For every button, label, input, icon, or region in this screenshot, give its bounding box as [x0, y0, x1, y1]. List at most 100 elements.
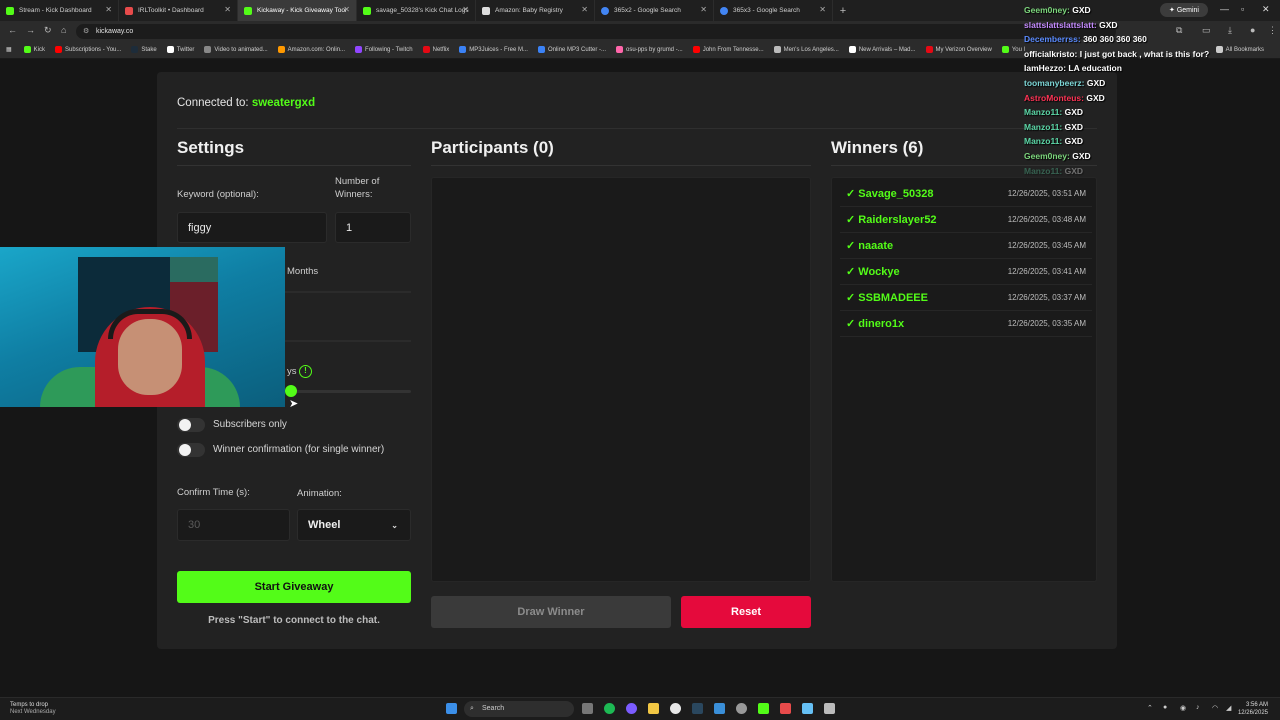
- url-bar[interactable]: ⚙ kickaway.co: [76, 24, 1116, 39]
- chevron-down-icon: ⌄: [391, 521, 398, 530]
- bookmark-video[interactable]: Video to animated...: [204, 46, 268, 53]
- winner-name: ✓ Raiderslayer52: [846, 214, 937, 226]
- app-icon[interactable]: [802, 703, 813, 714]
- forward-icon[interactable]: →: [26, 25, 35, 35]
- bookmark-john[interactable]: John From Tennesse...: [692, 46, 764, 53]
- home-icon[interactable]: ⌂: [61, 25, 66, 35]
- bookmark-twitter[interactable]: Twitter: [166, 46, 194, 53]
- bookmark-mp3juices[interactable]: MP3Juices - Free M...: [459, 46, 528, 53]
- winners-count-input[interactable]: 1: [335, 212, 411, 243]
- app-icon[interactable]: [780, 703, 791, 714]
- close-icon[interactable]: ✕: [343, 5, 350, 14]
- bookmark-osu[interactable]: osu-pps by grumd -...: [616, 46, 683, 53]
- chat-message: GXD: [1064, 107, 1084, 118]
- bookmark-twitch[interactable]: Following - Twitch: [355, 46, 413, 53]
- page-icon: [848, 46, 856, 53]
- bookmark-netflix[interactable]: Netflix: [422, 46, 449, 53]
- winners-list: ✓ Savage_50328 12/26/2025, 03:51 AM ✓ Rai…: [831, 177, 1097, 582]
- chrome-icon[interactable]: [670, 703, 681, 714]
- tab-kickaway[interactable]: Kickaway - Kick Giveaway Tool ✕: [238, 0, 357, 21]
- taskbar-search[interactable]: ⌕ Search: [464, 701, 574, 717]
- chat-message: I just got back , what is this for?: [1079, 48, 1210, 59]
- chat-line: slattslattslattslatt: GXD: [1024, 18, 1280, 33]
- winner-time: 12/26/2025, 03:41 AM: [1007, 267, 1086, 276]
- close-icon[interactable]: ✕: [105, 5, 112, 14]
- chat-user: AstroMonteus:: [1024, 92, 1084, 103]
- keyword-input[interactable]: figgy: [177, 212, 327, 243]
- tab-google-365x2[interactable]: 365x2 - Google Search ✕: [595, 0, 714, 21]
- new-tab-button[interactable]: +: [833, 0, 853, 21]
- kick-app-icon[interactable]: [758, 703, 769, 714]
- reset-button[interactable]: Reset: [681, 596, 811, 628]
- chat-line: Manzo11: GXD: [1024, 105, 1280, 120]
- chat-user: Geem0ney:: [1024, 150, 1070, 161]
- start-giveaway-button[interactable]: Start Giveaway: [177, 571, 411, 603]
- tab-amazon[interactable]: Amazon: Baby Registry ✕: [476, 0, 595, 21]
- bookmark-mens[interactable]: Men's Los Angeles...: [773, 46, 839, 53]
- bookmark-mp3cutter[interactable]: Online MP3 Cutter -...: [537, 46, 606, 53]
- spotify-icon[interactable]: [604, 703, 615, 714]
- days-label: ys: [287, 366, 297, 377]
- tray-icon[interactable]: ◉: [1180, 704, 1186, 712]
- chat-user: Manzo11:: [1024, 136, 1063, 147]
- url-text: kickaway.co: [96, 28, 134, 35]
- site-info-icon[interactable]: ⚙: [83, 24, 89, 39]
- winner-time: 12/26/2025, 03:37 AM: [1007, 293, 1086, 302]
- tab-google-365x3[interactable]: 365x3 - Google Search ✕: [714, 0, 833, 21]
- weather-widget[interactable]: Temps to drop Next Wednesday: [10, 702, 56, 716]
- task-view-icon[interactable]: [582, 703, 593, 714]
- confirm-time-input[interactable]: 30: [177, 509, 290, 541]
- chevron-up-icon[interactable]: ⌃: [1147, 704, 1153, 712]
- animation-select[interactable]: Wheel ⌄: [297, 509, 411, 541]
- info-icon[interactable]: !: [299, 365, 312, 378]
- clock-date: 12/26/2025: [1237, 710, 1268, 716]
- close-icon[interactable]: ✕: [224, 5, 231, 14]
- bookmark-verizon[interactable]: My Verizon Overview: [925, 46, 992, 53]
- windows-start-icon[interactable]: [446, 703, 457, 714]
- subscribers-only-toggle[interactable]: [177, 418, 205, 432]
- tab-chat-logs[interactable]: savage_50328's Kick Chat Logs ✕: [357, 0, 476, 21]
- tray-icon[interactable]: ●: [1163, 704, 1167, 711]
- close-icon[interactable]: ✕: [581, 5, 588, 14]
- chat-message: GXD: [1086, 92, 1105, 103]
- bookmark-stake[interactable]: Stake: [131, 46, 157, 53]
- system-clock[interactable]: 3:56 AM 12/26/2025: [1238, 701, 1268, 717]
- close-icon[interactable]: ✕: [700, 5, 707, 14]
- tab-label: 365x3 - Google Search: [733, 7, 800, 14]
- kick-icon: [363, 6, 371, 15]
- irltoolkit-icon: [125, 6, 133, 15]
- chat-message: GXD: [1064, 121, 1084, 132]
- mouse-cursor-icon: ➤: [289, 398, 299, 410]
- days-slider-thumb[interactable]: [285, 385, 297, 397]
- toggle-knob: [179, 444, 191, 456]
- obs-icon[interactable]: [736, 703, 747, 714]
- reload-icon[interactable]: ↻: [44, 25, 52, 36]
- volume-icon[interactable]: ◢: [1226, 704, 1231, 712]
- photos-icon[interactable]: [714, 703, 725, 714]
- apps-icon[interactable]: ▦: [6, 46, 12, 53]
- days-slider-track[interactable]: [285, 390, 411, 393]
- bookmark-label: Video to animated...: [214, 46, 268, 53]
- close-icon[interactable]: ✕: [462, 5, 469, 14]
- steam-icon[interactable]: [692, 703, 703, 714]
- draw-winner-button[interactable]: Draw Winner: [431, 596, 671, 628]
- tab-kick-dashboard[interactable]: Stream - Kick Dashboard ✕: [0, 0, 119, 21]
- tab-irltoolkit[interactable]: IRLToolkit • Dashboard ✕: [119, 0, 238, 21]
- discord-icon[interactable]: [626, 703, 637, 714]
- participants-list[interactable]: [431, 177, 811, 582]
- microphone-icon[interactable]: ♪: [1196, 704, 1200, 711]
- wifi-icon[interactable]: ◠: [1212, 704, 1218, 712]
- bookmark-you[interactable]: You l: [1001, 46, 1025, 53]
- file-explorer-icon[interactable]: [648, 703, 659, 714]
- bookmark-new-arrivals[interactable]: New Arrivals – Mad...: [848, 46, 916, 53]
- winner-confirmation-toggle[interactable]: [177, 443, 205, 457]
- bookmark-kick[interactable]: Kick: [23, 46, 45, 53]
- bookmark-amazon[interactable]: Amazon.com: Onlin...: [277, 46, 345, 53]
- close-icon[interactable]: ✕: [819, 5, 826, 14]
- google-icon: [601, 6, 609, 15]
- bookmark-youtube[interactable]: Subscriptions - You...: [55, 46, 121, 53]
- months-field-edge: [285, 291, 411, 293]
- back-icon[interactable]: ←: [8, 25, 17, 35]
- chat-message: GXD: [1099, 19, 1118, 30]
- settings-icon[interactable]: [824, 703, 835, 714]
